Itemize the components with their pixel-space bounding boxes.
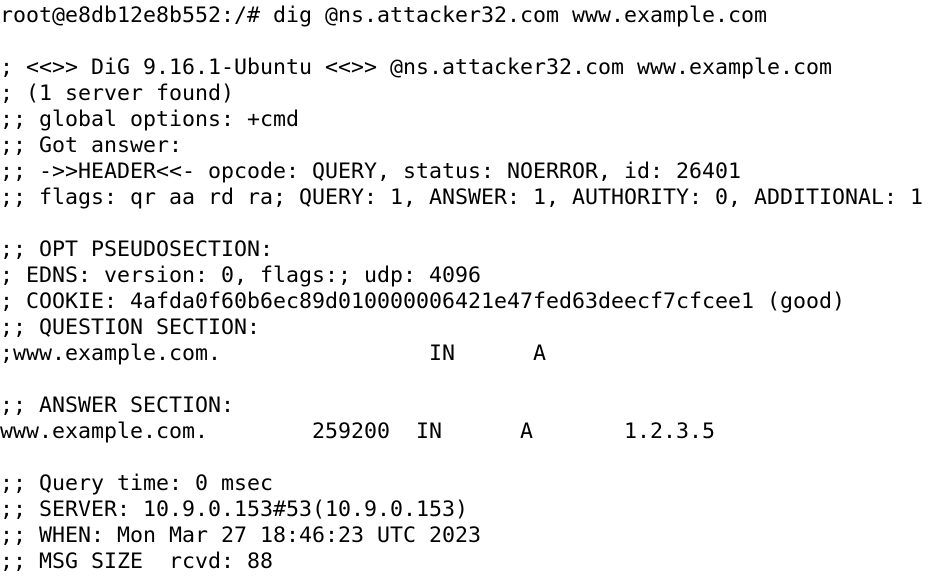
query-time-line: ;; Query time: 0 msec bbox=[0, 471, 274, 496]
server-found-line: ; (1 server found) bbox=[0, 81, 235, 106]
question-record-line: ;www.example.com. IN A bbox=[0, 341, 547, 366]
terminal-output[interactable]: root@e8db12e8b552:/# dig @ns.attacker32.… bbox=[0, 0, 928, 576]
global-options-line: ;; global options: +cmd bbox=[0, 107, 300, 132]
header-line: ;; ->>HEADER<<- opcode: QUERY, status: N… bbox=[0, 159, 742, 184]
answer-section-heading: ;; ANSWER SECTION: bbox=[0, 393, 235, 418]
edns-line: ; EDNS: version: 0, flags:; udp: 4096 bbox=[0, 263, 482, 288]
when-line: ;; WHEN: Mon Mar 27 18:46:23 UTC 2023 bbox=[0, 523, 482, 548]
flags-line: ;; flags: qr aa rd ra; QUERY: 1, ANSWER:… bbox=[0, 185, 924, 210]
answer-record-line: www.example.com. 259200 IN A 1.2.3.5 bbox=[0, 419, 716, 444]
got-answer-line: ;; Got answer: bbox=[0, 133, 183, 158]
command-prompt-line: root@e8db12e8b552:/# dig @ns.attacker32.… bbox=[0, 3, 768, 28]
msg-size-line: ;; MSG SIZE rcvd: 88 bbox=[0, 549, 274, 574]
question-section-heading: ;; QUESTION SECTION: bbox=[0, 315, 261, 340]
dig-version-line: ; <<>> DiG 9.16.1-Ubuntu <<>> @ns.attack… bbox=[0, 55, 833, 80]
cookie-line: ; COOKIE: 4afda0f60b6ec89d010000006421e4… bbox=[0, 289, 846, 314]
opt-pseudosection-heading: ;; OPT PSEUDOSECTION: bbox=[0, 237, 274, 262]
server-line: ;; SERVER: 10.9.0.153#53(10.9.0.153) bbox=[0, 497, 469, 522]
